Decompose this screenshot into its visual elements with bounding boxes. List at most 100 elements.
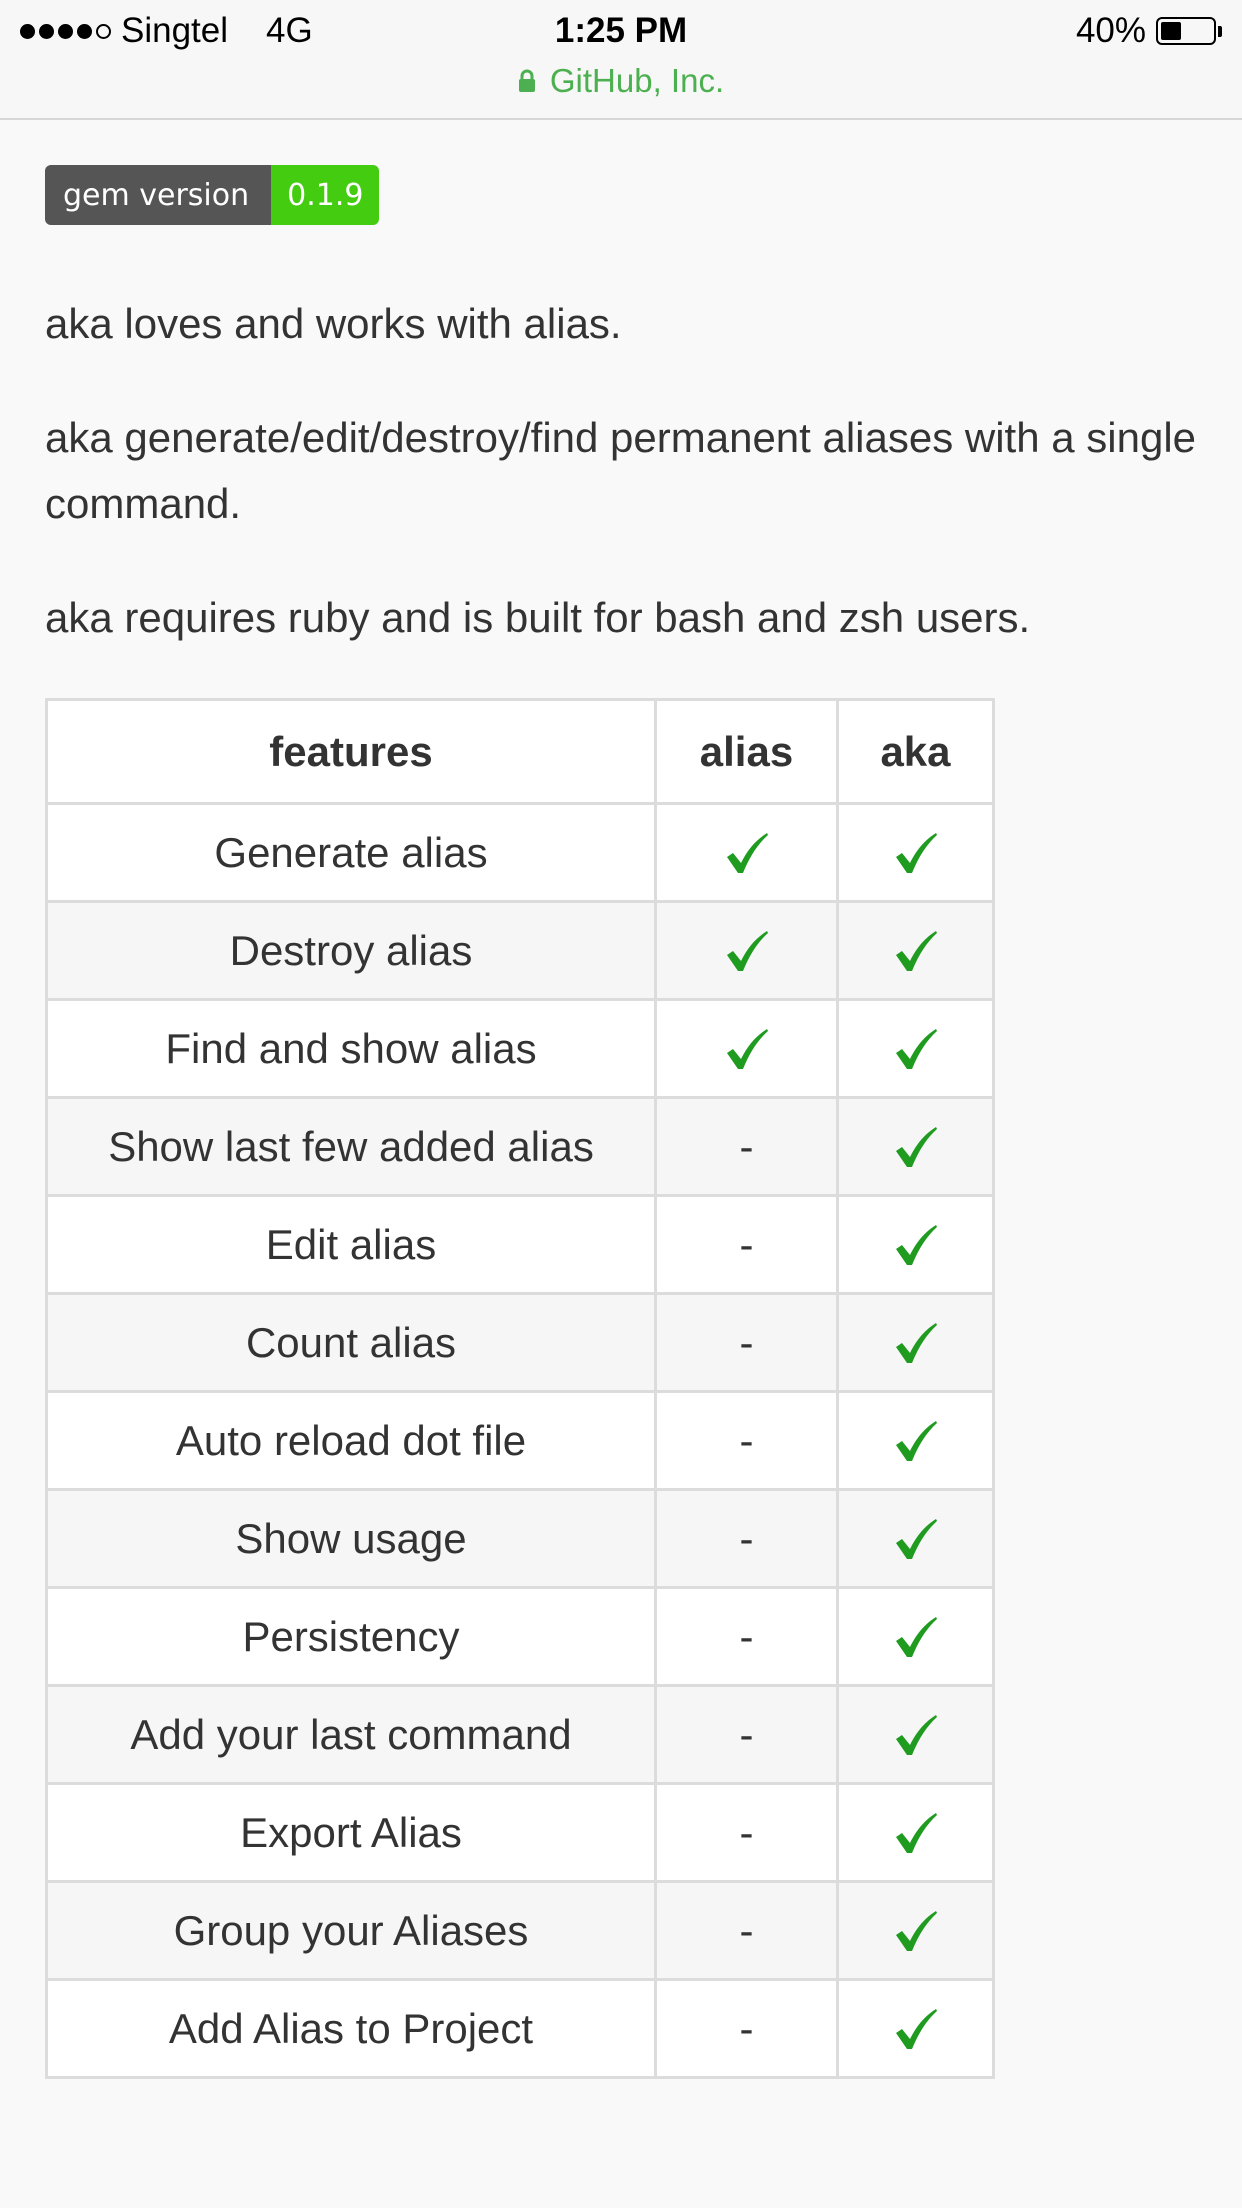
status-right: 40%	[1076, 8, 1222, 54]
feature-cell: Add your last command	[45, 1684, 657, 1785]
badge-label: gem version	[45, 165, 272, 225]
alias-support-cell	[654, 900, 839, 1001]
alias-support-cell: -	[654, 1096, 839, 1197]
feature-cell: Destroy alias	[45, 900, 657, 1001]
not-supported-dash: -	[739, 1612, 754, 1660]
table-row: Group your Aliases -	[45, 1880, 995, 1981]
alias-support-cell: -	[654, 1488, 839, 1589]
aka-support-cell	[836, 802, 995, 903]
aka-support-cell	[836, 900, 995, 1001]
site-identity[interactable]: GitHub, Inc.	[0, 60, 1242, 102]
table-row: Show usage -	[45, 1488, 995, 1589]
badge-value: 0.1.9	[271, 165, 380, 225]
not-supported-dash: -	[739, 1318, 754, 1366]
aka-support-cell	[836, 1684, 995, 1785]
table-row: Find and show alias	[45, 998, 995, 1099]
alias-support-cell: -	[654, 1684, 839, 1785]
not-supported-dash: -	[739, 1122, 754, 1170]
battery-icon	[1156, 17, 1216, 45]
alias-support-cell: -	[654, 1978, 839, 2079]
aka-support-cell	[836, 1096, 995, 1197]
checkmark-icon	[895, 1911, 937, 1952]
not-supported-dash: -	[739, 1710, 754, 1758]
checkmark-icon	[895, 1715, 937, 1756]
feature-cell: Group your Aliases	[45, 1880, 657, 1981]
site-name: GitHub, Inc.	[549, 62, 725, 99]
table-row: Add Alias to Project -	[45, 1978, 995, 2079]
not-supported-dash: -	[739, 1906, 754, 1954]
not-supported-dash: -	[739, 2004, 754, 2052]
not-supported-dash: -	[739, 1220, 754, 1268]
aka-support-cell	[836, 1978, 995, 2079]
table-header-row: features alias aka	[45, 698, 995, 805]
aka-support-cell	[836, 1390, 995, 1491]
aka-support-cell	[836, 1586, 995, 1687]
feature-cell: Count alias	[45, 1292, 657, 1393]
table-row: Destroy alias	[45, 900, 995, 1001]
requirements-paragraph: aka requires ruby and is built for bash …	[45, 594, 1031, 641]
table-row: Auto reload dot file -	[45, 1390, 995, 1491]
checkmark-icon	[895, 1127, 937, 1168]
alias-support-cell: -	[654, 1782, 839, 1883]
aka-support-cell	[836, 1782, 995, 1883]
checkmark-icon	[895, 1617, 937, 1658]
table-row: Export Alias -	[45, 1782, 995, 1883]
aka-support-cell	[836, 998, 995, 1099]
feature-cell: Persistency	[45, 1586, 657, 1687]
checkmark-icon	[895, 1813, 937, 1854]
description-paragraph: aka generate/edit/destroy/find permanent…	[45, 414, 1197, 527]
status-bar: Singtel 4G 1:25 PM 40% GitHub, Inc.	[0, 0, 1242, 120]
not-supported-dash: -	[739, 1416, 754, 1464]
feature-cell: Generate alias	[45, 802, 657, 903]
status-time: 1:25 PM	[554, 11, 688, 50]
feature-cell: Auto reload dot file	[45, 1390, 657, 1491]
checkmark-icon	[895, 2009, 937, 2050]
checkmark-icon	[895, 1323, 937, 1364]
table-body: Generate alias Destroy alias Find and show…	[45, 802, 995, 2079]
feature-cell: Find and show alias	[45, 998, 657, 1099]
feature-cell: Show last few added alias	[45, 1096, 657, 1197]
gem-version-badge[interactable]: gem version 0.1.9	[45, 165, 380, 225]
checkmark-icon	[726, 833, 768, 874]
lock-icon	[518, 69, 535, 92]
checkmark-icon	[726, 1029, 768, 1070]
checkmark-icon	[895, 1519, 937, 1560]
feature-cell: Add Alias to Project	[45, 1978, 657, 2079]
checkmark-icon	[726, 931, 768, 972]
checkmark-icon	[895, 1029, 937, 1070]
alias-support-cell: -	[654, 1880, 839, 1981]
not-supported-dash: -	[739, 1808, 754, 1856]
not-supported-dash: -	[739, 1514, 754, 1562]
aka-support-cell	[836, 1194, 995, 1295]
header-features: features	[45, 698, 657, 805]
alias-support-cell	[654, 998, 839, 1099]
alias-support-cell	[654, 802, 839, 903]
alias-support-cell: -	[654, 1292, 839, 1393]
alias-support-cell: -	[654, 1586, 839, 1687]
table-row: Add your last command -	[45, 1684, 995, 1785]
intro-paragraph: aka loves and works with alias.	[45, 300, 622, 347]
feature-cell: Edit alias	[45, 1194, 657, 1295]
alias-support-cell: -	[654, 1390, 839, 1491]
table-row: Show last few added alias -	[45, 1096, 995, 1197]
aka-support-cell	[836, 1880, 995, 1981]
checkmark-icon	[895, 833, 937, 874]
feature-cell: Export Alias	[45, 1782, 657, 1883]
battery-tip	[1218, 25, 1222, 37]
feature-cell: Show usage	[45, 1488, 657, 1589]
aka-support-cell	[836, 1292, 995, 1393]
table-row: Generate alias	[45, 802, 995, 903]
header-aka: aka	[836, 698, 995, 805]
checkmark-icon	[895, 1225, 937, 1266]
alias-support-cell: -	[654, 1194, 839, 1295]
table-row: Count alias -	[45, 1292, 995, 1393]
battery-percent: 40%	[1075, 11, 1146, 50]
header-alias: alias	[654, 698, 839, 805]
checkmark-icon	[895, 931, 937, 972]
table-row: Persistency -	[45, 1586, 995, 1687]
table-row: Edit alias -	[45, 1194, 995, 1295]
checkmark-icon	[895, 1421, 937, 1462]
battery-fill	[1161, 22, 1181, 40]
features-comparison-table: features alias aka Generate alias Destroy…	[45, 698, 995, 2079]
aka-support-cell	[836, 1488, 995, 1589]
